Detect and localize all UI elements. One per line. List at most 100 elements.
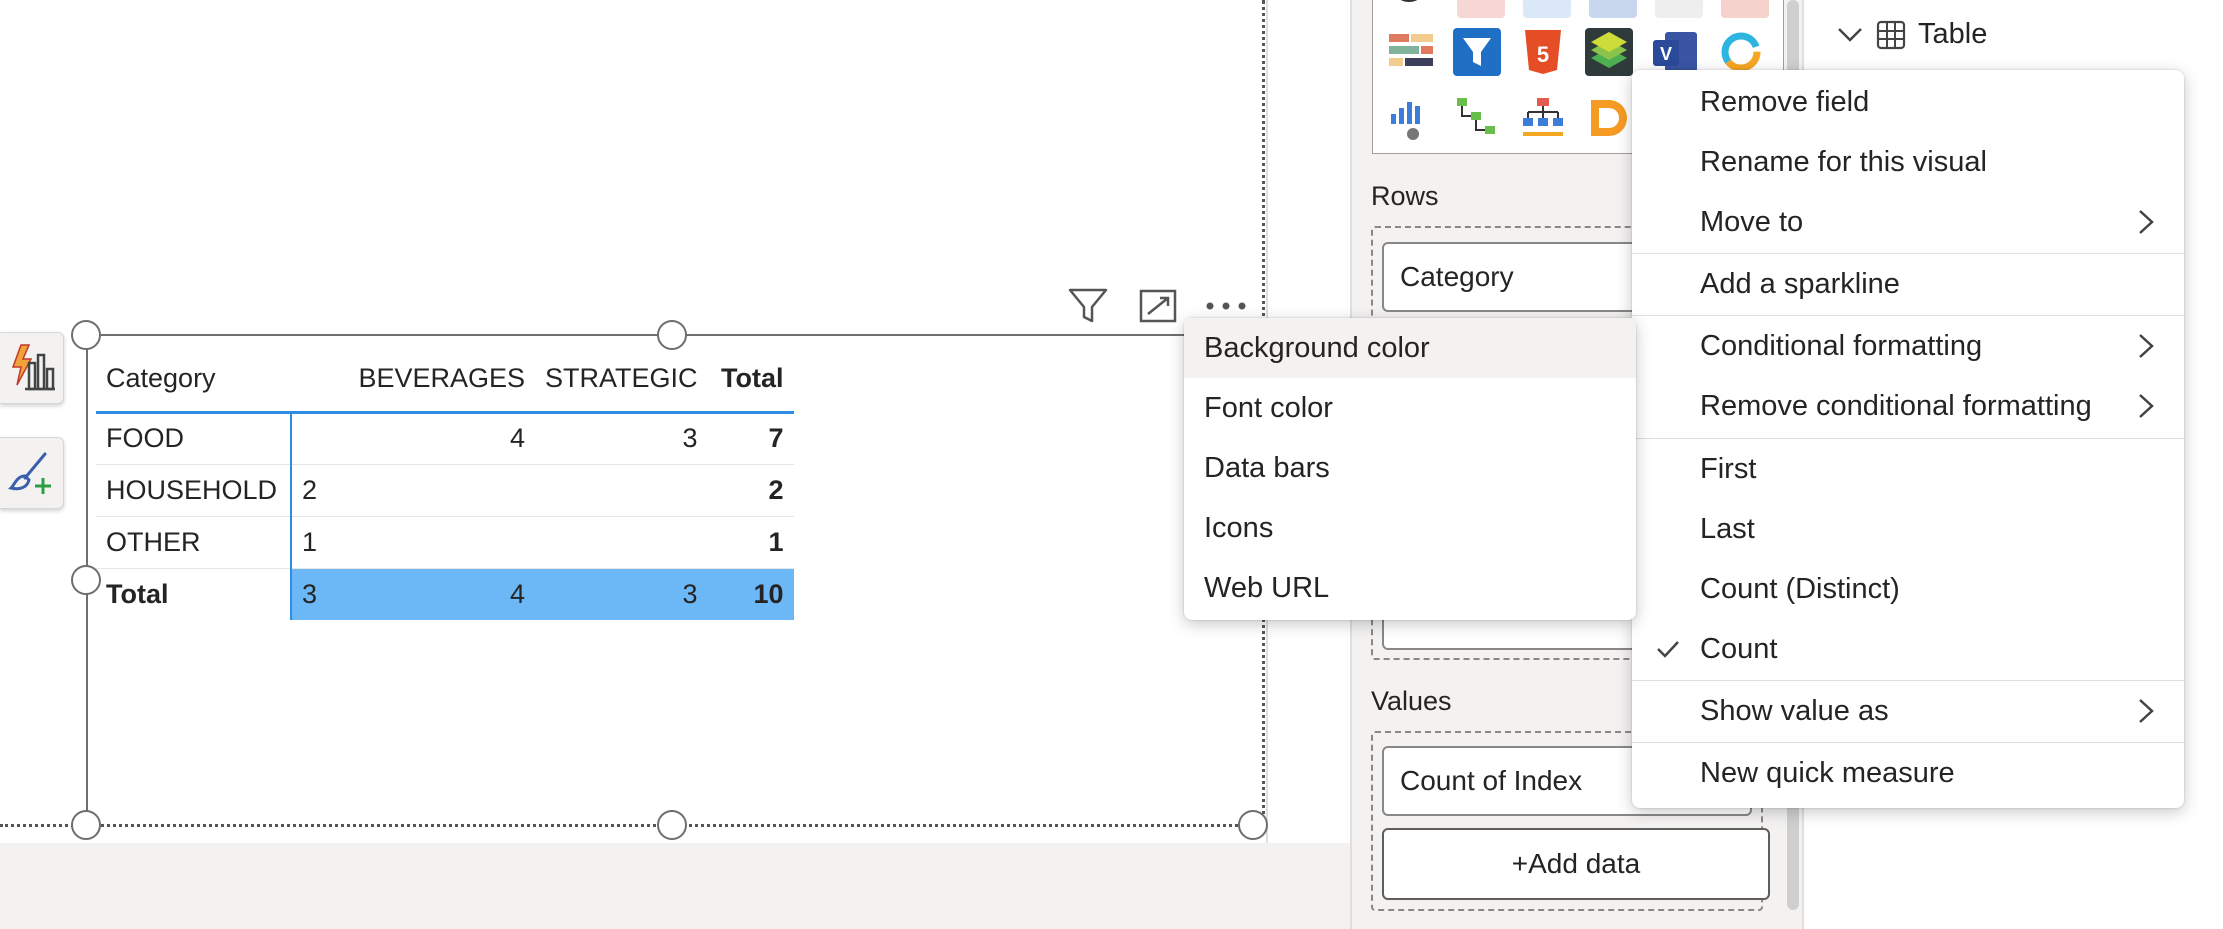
- table-cell[interactable]: [335, 464, 535, 516]
- visual-type-icon[interactable]: [1457, 0, 1505, 18]
- table-name: Table: [1918, 18, 1988, 50]
- visual-type-icon[interactable]: [1585, 28, 1633, 76]
- menu-item-label: Show value as: [1700, 694, 1889, 727]
- table-cell[interactable]: [535, 464, 708, 516]
- row-total-cell[interactable]: 2: [708, 464, 794, 516]
- menu-item-conditional-formatting[interactable]: Conditional formatting: [1632, 316, 2184, 376]
- visual-type-icon[interactable]: [1655, 0, 1703, 18]
- build-visual-button[interactable]: [0, 332, 64, 404]
- resize-handle[interactable]: [657, 810, 687, 840]
- menu-item-remove-field[interactable]: Remove field: [1632, 72, 2184, 132]
- menu-item-rename[interactable]: Rename for this visual: [1632, 132, 2184, 192]
- html5-icon[interactable]: 5: [1519, 28, 1567, 76]
- matrix-table[interactable]: Category BEVERAGES STRATEGIC Total FOOD …: [96, 346, 794, 620]
- visual-type-icon[interactable]: [1721, 0, 1769, 18]
- table-cell[interactable]: [335, 516, 535, 568]
- menu-item-label: Remove conditional formatting: [1700, 389, 2092, 422]
- table-cell[interactable]: 2: [290, 464, 335, 516]
- menu-item-show-value-as[interactable]: Show value as: [1632, 681, 2184, 741]
- filter-icon[interactable]: [1066, 286, 1110, 326]
- menu-item-label: Count (Distinct): [1700, 572, 1900, 605]
- format-brush-icon: [7, 452, 51, 494]
- visual-type-icon[interactable]: [1391, 0, 1427, 2]
- table-cell[interactable]: [535, 516, 708, 568]
- menu-item-label: Web URL: [1204, 571, 1330, 604]
- row-header[interactable]: FOOD: [96, 412, 291, 464]
- table-cell[interactable]: [290, 412, 335, 464]
- table-cell[interactable]: 1: [290, 516, 335, 568]
- add-data-button[interactable]: +Add data: [1382, 828, 1770, 900]
- column-header-strategic[interactable]: STRATEGIC: [535, 346, 708, 412]
- total-row-label[interactable]: Total: [96, 568, 291, 620]
- checkmark-icon: [1657, 641, 1679, 658]
- column-header-total[interactable]: Total: [708, 346, 794, 412]
- format-visual-button[interactable]: [0, 437, 64, 509]
- menu-item-label: Last: [1700, 512, 1755, 545]
- conditional-formatting-submenu: Background color Font color Data bars Ic…: [1184, 318, 1636, 620]
- menu-item-label: Data bars: [1204, 451, 1330, 484]
- visio-icon[interactable]: V: [1651, 28, 1699, 76]
- column-header-category[interactable]: Category: [96, 346, 291, 412]
- menu-item-label: Icons: [1204, 511, 1274, 544]
- total-cell[interactable]: 3: [535, 568, 708, 620]
- chevron-right-icon: [2139, 210, 2154, 234]
- values-well-label: Values: [1371, 686, 1452, 716]
- chevron-right-icon: [2139, 334, 2154, 358]
- column-header-blank[interactable]: [291, 346, 335, 412]
- table-cell[interactable]: 4: [335, 412, 535, 464]
- menu-item-count[interactable]: Count: [1632, 619, 2184, 679]
- build-visual-icon: [11, 344, 55, 391]
- menu-item-remove-conditional-formatting[interactable]: Remove conditional formatting: [1632, 376, 2184, 436]
- submenu-item-icons[interactable]: Icons: [1184, 498, 1636, 558]
- grand-total-cell[interactable]: 10: [707, 568, 794, 620]
- visual-type-icon[interactable]: [1585, 94, 1633, 142]
- rows-well-label: Rows: [1371, 181, 1439, 211]
- row-total-cell[interactable]: 1: [708, 516, 794, 568]
- resize-handle[interactable]: [1238, 810, 1268, 840]
- focus-mode-icon[interactable]: [1136, 286, 1180, 326]
- chevron-right-icon: [2139, 394, 2154, 418]
- visual-type-icon[interactable]: [1589, 0, 1637, 18]
- table-node[interactable]: Table: [1836, 18, 1987, 51]
- visual-type-icon[interactable]: [1453, 94, 1501, 142]
- chevron-down-icon[interactable]: [1836, 25, 1864, 45]
- menu-item-count-distinct[interactable]: Count (Distinct): [1632, 559, 2184, 619]
- submenu-item-web-url[interactable]: Web URL: [1184, 558, 1636, 618]
- menu-item-last[interactable]: Last: [1632, 499, 2184, 559]
- chevron-right-icon: [2139, 699, 2154, 723]
- menu-item-move-to[interactable]: Move to: [1632, 192, 2184, 252]
- menu-item-add-sparkline[interactable]: Add a sparkline: [1632, 254, 2184, 314]
- menu-item-label: Move to: [1700, 205, 1804, 238]
- matrix-header-row: Category BEVERAGES STRATEGIC Total: [96, 346, 794, 412]
- total-row: Total 3 4 3 10: [96, 568, 794, 620]
- visual-type-icon[interactable]: [1523, 0, 1571, 18]
- visual-type-icon[interactable]: [1519, 94, 1567, 142]
- menu-item-first[interactable]: First: [1632, 439, 2184, 499]
- row-total-cell[interactable]: 7: [708, 412, 794, 464]
- menu-item-label: First: [1700, 452, 1757, 485]
- visual-type-icon[interactable]: [1717, 28, 1765, 76]
- row-header[interactable]: OTHER: [96, 516, 291, 568]
- visual-type-icon[interactable]: [1453, 28, 1501, 76]
- menu-item-label: New quick measure: [1700, 756, 1955, 789]
- column-header-beverages[interactable]: BEVERAGES: [335, 346, 535, 412]
- submenu-item-background-color[interactable]: Background color: [1184, 318, 1636, 378]
- table-cell[interactable]: 3: [535, 412, 708, 464]
- total-cell[interactable]: 3: [290, 568, 335, 620]
- visual-type-icon[interactable]: [1387, 94, 1435, 142]
- menu-item-label: Add a sparkline: [1700, 267, 1900, 300]
- visual-type-icon[interactable]: [1387, 28, 1435, 76]
- svg-text:5: 5: [1537, 42, 1549, 67]
- submenu-item-data-bars[interactable]: Data bars: [1184, 438, 1636, 498]
- submenu-item-font-color[interactable]: Font color: [1184, 378, 1636, 438]
- total-cell[interactable]: 4: [335, 568, 535, 620]
- menu-item-label: Count: [1700, 632, 1778, 665]
- field-context-menu: Remove field Rename for this visual Move…: [1632, 70, 2184, 808]
- menu-item-label: Font color: [1204, 391, 1333, 424]
- menu-item-label: Conditional formatting: [1700, 329, 1983, 362]
- row-header[interactable]: HOUSEHOLD: [96, 464, 291, 516]
- table-icon: [1876, 20, 1906, 49]
- table-row: OTHER 1 1: [96, 516, 794, 568]
- resize-handle[interactable]: [71, 810, 101, 840]
- menu-item-new-quick-measure[interactable]: New quick measure: [1632, 743, 2184, 803]
